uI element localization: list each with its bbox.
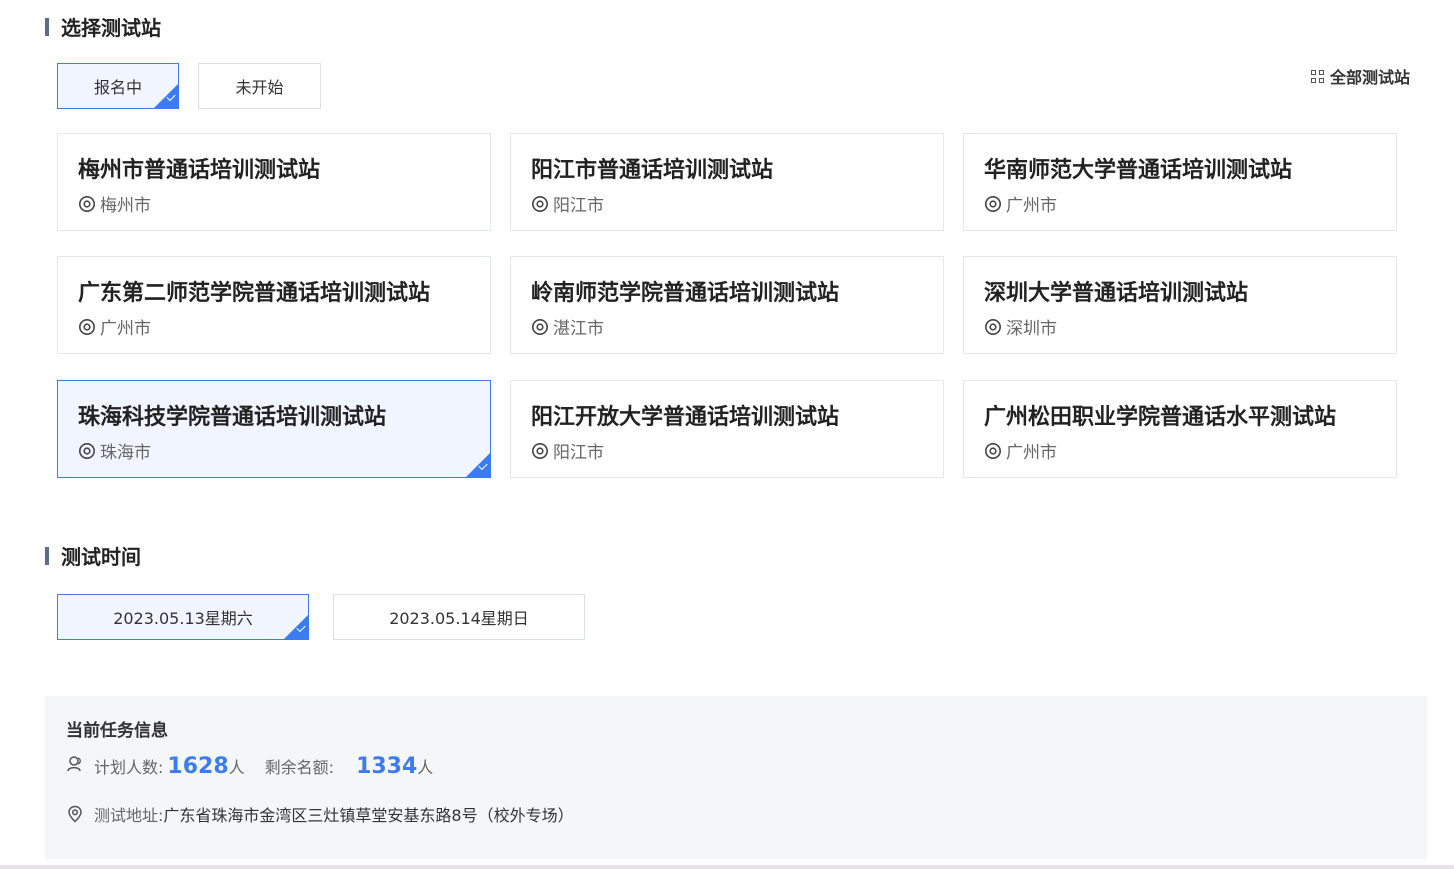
- address-row: 测试地址: 广东省珠海市金湾区三灶镇草堂安基东路8号（校外专场）: [66, 802, 574, 826]
- station-name: 梅州市普通话培训测试站: [78, 158, 321, 183]
- location-pin-icon: [532, 442, 548, 459]
- station-city: 湛江市: [531, 314, 604, 339]
- station-name: 阳江开放大学普通话培训测试站: [531, 405, 840, 430]
- plan-count: 1628: [167, 754, 229, 779]
- station-name: 广州松田职业学院普通话水平测试站: [984, 405, 1337, 430]
- task-info-panel: 当前任务信息 计划人数: 1628 人 剩余名额: 1334 人 测试地址: 广…: [45, 696, 1427, 859]
- section-bar: [45, 17, 49, 36]
- station-card[interactable]: 广州松田职业学院普通话水平测试站广州市: [963, 380, 1397, 478]
- station-city: 阳江市: [531, 191, 604, 216]
- station-city: 广州市: [984, 438, 1057, 463]
- station-name: 阳江市普通话培训测试站: [531, 158, 774, 183]
- section-title-text: 测试时间: [61, 545, 141, 569]
- selected-check-icon: [284, 615, 308, 639]
- station-name: 华南师范大学普通话培训测试站: [984, 158, 1293, 183]
- location-pin-icon: [79, 442, 95, 459]
- date-label: 2023.05.13星期六: [113, 609, 253, 628]
- station-card[interactable]: 阳江市普通话培训测试站阳江市: [510, 133, 944, 231]
- station-city-label: 湛江市: [553, 319, 604, 339]
- station-city: 珠海市: [78, 438, 151, 463]
- station-city-label: 广州市: [100, 319, 151, 339]
- tab-registering[interactable]: 报名中: [57, 63, 179, 109]
- remain-count: 1334: [356, 754, 418, 779]
- remain-label: 剩余名额:: [264, 758, 335, 777]
- date-option-0513[interactable]: 2023.05.13星期六: [57, 594, 309, 640]
- selected-check-icon: [154, 84, 178, 108]
- tab-label: 报名中: [93, 78, 142, 97]
- station-name: 广东第二师范学院普通话培训测试站: [78, 281, 431, 306]
- station-city: 广州市: [984, 191, 1057, 216]
- station-card[interactable]: 阳江开放大学普通话培训测试站阳江市: [510, 380, 944, 478]
- station-city-label: 珠海市: [100, 443, 151, 463]
- location-pin-icon: [532, 195, 548, 212]
- section-title-station: 选择测试站: [45, 12, 161, 41]
- plan-label: 计划人数:: [94, 758, 164, 777]
- all-stations-link[interactable]: 全部测试站: [1311, 64, 1410, 88]
- station-card[interactable]: 珠海科技学院普通话培训测试站珠海市: [57, 380, 491, 478]
- tab-not-started[interactable]: 未开始: [198, 63, 321, 109]
- station-city: 深圳市: [984, 314, 1057, 339]
- quota-row: 计划人数: 1628 人 剩余名额: 1334 人: [66, 754, 433, 779]
- section-title-text: 选择测试站: [61, 16, 161, 40]
- station-card[interactable]: 岭南师范学院普通话培训测试站湛江市: [510, 256, 944, 354]
- station-name: 岭南师范学院普通话培训测试站: [531, 281, 840, 306]
- section-bar: [45, 546, 49, 565]
- location-pin-icon: [532, 318, 548, 335]
- station-city-label: 广州市: [1006, 443, 1057, 463]
- station-card[interactable]: 深圳大学普通话培训测试站深圳市: [963, 256, 1397, 354]
- location-pin-icon: [985, 442, 1001, 459]
- station-city-label: 深圳市: [1006, 319, 1057, 339]
- task-info-title: 当前任务信息: [66, 721, 168, 741]
- station-card[interactable]: 华南师范大学普通话培训测试站广州市: [963, 133, 1397, 231]
- station-name: 深圳大学普通话培训测试站: [984, 281, 1249, 306]
- address-label: 测试地址:: [94, 806, 164, 825]
- location-pin-icon: [79, 195, 95, 212]
- station-city: 广州市: [78, 314, 151, 339]
- remain-unit: 人: [417, 758, 434, 777]
- station-card[interactable]: 广东第二师范学院普通话培训测试站广州市: [57, 256, 491, 354]
- date-option-0514[interactable]: 2023.05.14星期日: [333, 594, 585, 640]
- station-city: 梅州市: [78, 191, 151, 216]
- selected-check-icon: [466, 453, 490, 477]
- grid-icon: [1311, 69, 1324, 83]
- plan-unit: 人: [228, 758, 245, 777]
- station-city-label: 广州市: [1006, 196, 1057, 216]
- tab-label: 未开始: [235, 78, 284, 97]
- location-pin-icon: [68, 805, 82, 823]
- station-city-label: 梅州市: [100, 196, 151, 216]
- users-icon: [67, 756, 81, 772]
- station-card[interactable]: 梅州市普通话培训测试站梅州市: [57, 133, 491, 231]
- section-title-time: 测试时间: [45, 541, 141, 570]
- all-stations-label: 全部测试站: [1330, 68, 1411, 87]
- location-pin-icon: [985, 318, 1001, 335]
- bottom-divider: [0, 865, 1454, 869]
- page: 选择测试站 报名中 未开始 全部测试站 梅州市普通话培训测试站 梅州市 阳江市普通话…: [0, 0, 1454, 869]
- station-city: 阳江市: [531, 438, 604, 463]
- station-city-label: 阳江市: [553, 196, 604, 216]
- station-city-label: 阳江市: [553, 443, 604, 463]
- location-pin-icon: [985, 195, 1001, 212]
- station-name: 珠海科技学院普通话培训测试站: [78, 405, 387, 430]
- location-pin-icon: [79, 318, 95, 335]
- date-label: 2023.05.14星期日: [389, 609, 529, 628]
- address-value: 广东省珠海市金湾区三灶镇草堂安基东路8号（校外专场）: [163, 806, 574, 825]
